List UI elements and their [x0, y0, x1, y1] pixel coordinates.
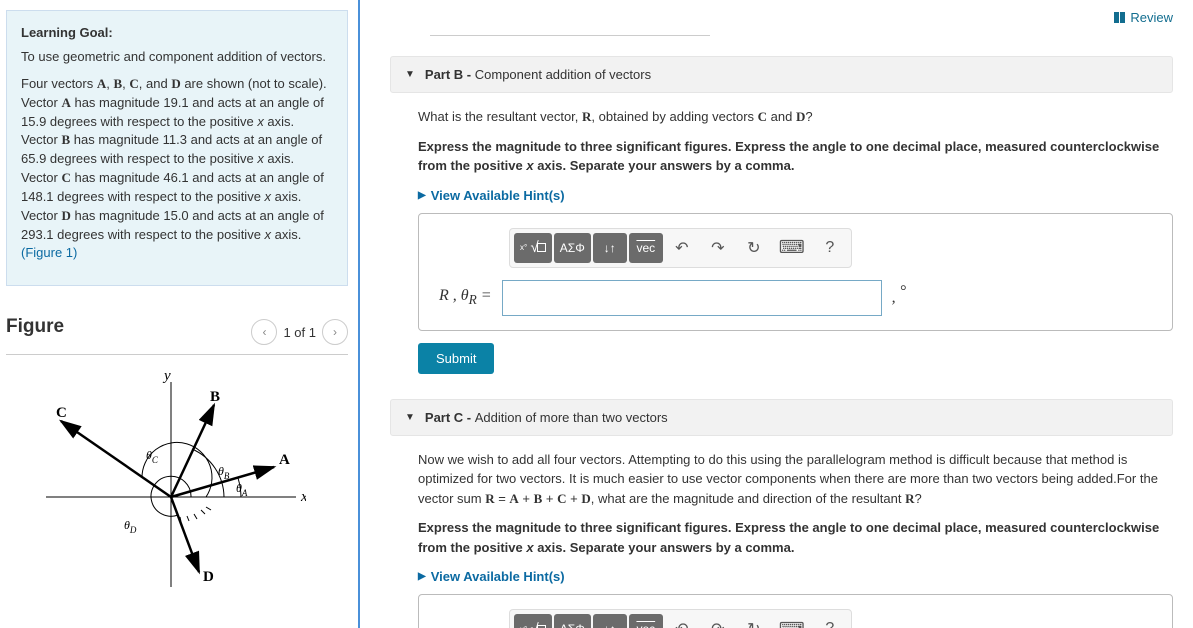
- templates-button[interactable]: x° √: [514, 233, 552, 263]
- figure-title: Figure: [6, 316, 64, 338]
- book-icon: [1114, 12, 1125, 23]
- review-link[interactable]: Review: [1114, 10, 1173, 25]
- greek-button[interactable]: ΑΣΦ: [554, 233, 591, 263]
- undo-button[interactable]: ↶: [665, 233, 699, 263]
- part-b-header[interactable]: ▼ Part B - Component addition of vectors: [390, 56, 1173, 93]
- figure-section: Figure ‹ 1 of 1 › y: [6, 316, 348, 597]
- svg-text:x: x: [300, 489, 306, 505]
- divider: [430, 35, 710, 36]
- vector-figure: y x A B C D θA: [6, 367, 306, 597]
- equation-toolbar-c: x° √ ΑΣΦ ↓↑ vec ↶ ↷ ↻ ⌨ ?: [509, 609, 852, 628]
- help-button[interactable]: ?: [813, 233, 847, 263]
- part-c-answer-box: x° √ ΑΣΦ ↓↑ vec ↶ ↷ ↻ ⌨ ?: [418, 594, 1173, 628]
- svg-text:θA: θA: [236, 481, 248, 498]
- svg-text:A: A: [279, 452, 290, 468]
- answer-unit: , °: [892, 289, 906, 307]
- subscript-button[interactable]: ↓↑: [593, 233, 627, 263]
- pager-next-button[interactable]: ›: [322, 319, 348, 345]
- greek-button[interactable]: ΑΣΦ: [554, 614, 591, 628]
- figure-pager: ‹ 1 of 1 ›: [251, 319, 348, 345]
- part-b-answer-box: x° √ ΑΣΦ ↓↑ vec ↶ ↷ ↻ ⌨ ? R , θR = , °: [418, 213, 1173, 331]
- part-b-instructions: Express the magnitude to three significa…: [418, 137, 1173, 176]
- part-b-block: ▼ Part B - Component addition of vectors…: [390, 56, 1173, 374]
- reset-button[interactable]: ↻: [737, 233, 771, 263]
- caret-down-icon: ▼: [405, 69, 415, 80]
- svg-text:θB: θB: [218, 464, 230, 481]
- templates-button[interactable]: x° √: [514, 614, 552, 628]
- triangle-right-icon: ▶: [418, 571, 426, 582]
- part-b-submit-button[interactable]: Submit: [418, 343, 494, 374]
- triangle-right-icon: ▶: [418, 190, 426, 201]
- part-b-answer-input[interactable]: [502, 280, 882, 316]
- svg-text:B: B: [210, 389, 220, 405]
- svg-text:θC: θC: [146, 448, 159, 465]
- left-panel: Learning Goal: To use geometric and comp…: [0, 0, 360, 628]
- svg-text:D: D: [203, 569, 214, 585]
- part-b-hints-toggle[interactable]: ▶ View Available Hint(s): [418, 188, 1173, 203]
- vector-button[interactable]: vec: [629, 233, 663, 263]
- svg-text:y: y: [162, 368, 171, 384]
- subscript-button[interactable]: ↓↑: [593, 614, 627, 628]
- equation-toolbar: x° √ ΑΣΦ ↓↑ vec ↶ ↷ ↻ ⌨ ?: [509, 228, 852, 268]
- figure-1-link[interactable]: (Figure 1): [21, 245, 77, 260]
- svg-text:C: C: [56, 405, 67, 421]
- problem-intro: Four vectors A, B, C, and D are shown (n…: [21, 75, 333, 263]
- caret-down-icon: ▼: [405, 412, 415, 423]
- part-c-block: ▼ Part C - Addition of more than two vec…: [390, 399, 1173, 628]
- pager-prev-button[interactable]: ‹: [251, 319, 277, 345]
- vector-button[interactable]: vec: [629, 614, 663, 628]
- keyboard-button[interactable]: ⌨: [773, 614, 811, 628]
- learning-goal-box: Learning Goal: To use geometric and comp…: [6, 10, 348, 286]
- undo-button[interactable]: ↶: [665, 614, 699, 628]
- learning-goal-text: To use geometric and component addition …: [21, 48, 333, 67]
- pager-text: 1 of 1: [283, 325, 316, 340]
- part-c-hints-toggle[interactable]: ▶ View Available Hint(s): [418, 569, 1173, 584]
- redo-button[interactable]: ↷: [701, 614, 735, 628]
- part-c-question: Now we wish to add all four vectors. Att…: [418, 450, 1173, 509]
- redo-button[interactable]: ↷: [701, 233, 735, 263]
- keyboard-button[interactable]: ⌨: [773, 233, 811, 263]
- answer-label: R , θR =: [439, 287, 492, 308]
- help-button[interactable]: ?: [813, 614, 847, 628]
- part-c-header[interactable]: ▼ Part C - Addition of more than two vec…: [390, 399, 1173, 436]
- part-b-question: What is the resultant vector, R, obtaine…: [418, 107, 1173, 127]
- right-panel: Review ▼ Part B - Component addition of …: [360, 0, 1193, 628]
- learning-goal-title: Learning Goal:: [21, 25, 333, 40]
- svg-text:θD: θD: [124, 518, 137, 535]
- reset-button[interactable]: ↻: [737, 614, 771, 628]
- part-c-instructions: Express the magnitude to three significa…: [418, 518, 1173, 557]
